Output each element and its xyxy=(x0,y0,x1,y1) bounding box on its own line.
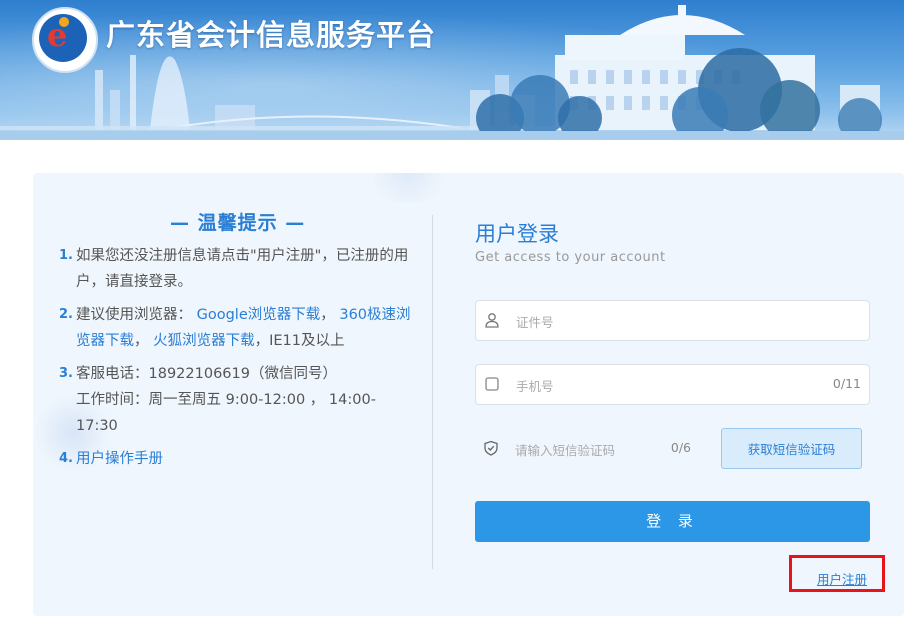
header-banner: e 广东省会计信息服务平台 xyxy=(0,0,904,140)
google-browser-download-link[interactable]: Google浏览器下载 xyxy=(197,307,321,323)
logo-letter: e xyxy=(47,16,68,54)
tips-title: — 温馨提示 — xyxy=(170,212,306,234)
shield-icon xyxy=(484,440,498,456)
firefox-browser-download-link[interactable]: 火狐浏览器下载 xyxy=(153,333,255,349)
phone-placeholder: 手机号 xyxy=(516,379,554,394)
login-button[interactable]: 登 录 xyxy=(475,501,870,542)
sms-code-input[interactable]: 请输入短信验证码 0/6 xyxy=(475,428,701,469)
tip-prefix: 建议使用浏览器： xyxy=(76,307,192,323)
tip-number: 2. xyxy=(59,307,73,322)
tip-separator: ， xyxy=(134,333,149,349)
site-title: 广东省会计信息服务平台 xyxy=(106,18,437,52)
tip-number: 4. xyxy=(59,451,73,466)
user-icon xyxy=(485,313,499,328)
platform-logo: e xyxy=(32,7,98,73)
phone-char-count: 0/11 xyxy=(832,376,861,391)
sms-char-count: 0/6 xyxy=(670,440,691,455)
id-number-input[interactable]: 证件号 xyxy=(475,300,870,341)
login-subtitle: Get access to your account xyxy=(475,250,666,265)
tip-separator: ， xyxy=(320,307,335,323)
phone-icon xyxy=(485,377,499,391)
tip-text: 客服电话：18922106619（微信同号） 工作时间：周一至周五 9:00-1… xyxy=(76,361,411,439)
login-title: 用户登录 xyxy=(475,222,559,246)
id-number-placeholder: 证件号 xyxy=(516,315,554,330)
tip-text: 建议使用浏览器： Google浏览器下载， 360极速浏览器下载， 火狐浏览器下… xyxy=(76,302,411,354)
user-manual-link[interactable]: 用户操作手册 xyxy=(76,451,163,467)
get-sms-code-button[interactable]: 获取短信验证码 xyxy=(721,428,862,469)
tip-text: 如果您还没注册信息请点击"用户注册"，已注册的用户，请直接登录。 xyxy=(76,248,409,290)
login-card: — 温馨提示 — 1. 如果您还没注册信息请点击"用户注册"，已注册的用户，请直… xyxy=(33,173,904,616)
vertical-divider xyxy=(432,215,433,569)
sms-code-placeholder: 请输入短信验证码 xyxy=(515,443,616,458)
card-decoration xyxy=(363,173,453,203)
service-phone: 客服电话：18922106619（微信同号） xyxy=(76,366,337,382)
tip-number: 3. xyxy=(59,366,73,381)
phone-input[interactable]: 手机号 0/11 xyxy=(475,364,870,405)
register-link[interactable]: 用户注册 xyxy=(817,569,867,588)
service-hours: 工作时间：周一至周五 9:00-12:00 ， 14:00-17:30 xyxy=(76,392,376,434)
tip-suffix: ，IE11及以上 xyxy=(254,333,345,349)
tip-text: 用户操作手册 xyxy=(76,446,411,472)
tip-number: 1. xyxy=(59,248,73,263)
